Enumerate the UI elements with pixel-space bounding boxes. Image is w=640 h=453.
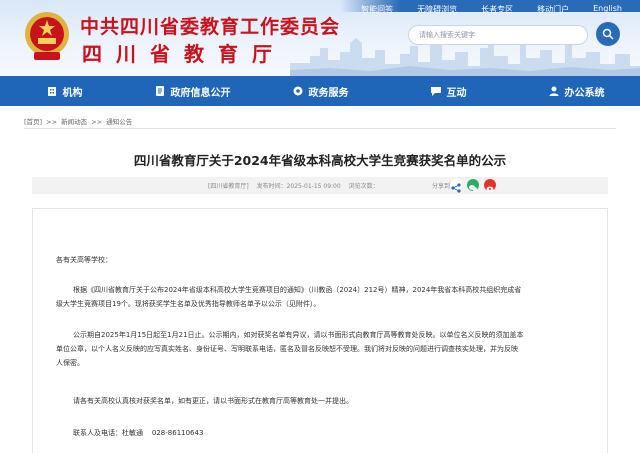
- top-link-accessibility[interactable]: 无障碍浏览: [405, 2, 469, 17]
- paragraph-3: 请各有关高校认真核对获奖名单，如有更正，请以书面形式在教育厅高等教育处一并提出。: [73, 397, 353, 405]
- chat-icon: [430, 87, 441, 96]
- user-icon: [549, 86, 558, 96]
- article-views: 浏览次数：: [348, 183, 379, 190]
- top-links: 智能问答 无障碍浏览 长者专区 移动门户 English: [349, 2, 634, 17]
- nav-item-office[interactable]: 办公系统: [512, 76, 640, 106]
- share-icon[interactable]: [450, 179, 462, 193]
- top-link-mobile[interactable]: 移动门户: [525, 2, 581, 17]
- org-title: 中共四川省委教育工作委员会: [80, 16, 341, 38]
- nav-item-institution[interactable]: 机构: [0, 76, 128, 106]
- breadcrumb-news[interactable]: 新闻动态: [61, 118, 87, 126]
- search-button[interactable]: [596, 22, 620, 46]
- paragraph-2-line-2: 单位公章，以个人名义反映的应写真实姓名、身份证号、写明联系电话，匿名及冒名反映恕…: [56, 345, 518, 353]
- national-emblem-icon: [25, 12, 69, 60]
- breadcrumb-separator: >>: [91, 118, 103, 126]
- nav-item-gov-info[interactable]: 政府信息公开: [128, 76, 256, 106]
- search-input[interactable]: 请输入搜索关键字: [408, 25, 588, 45]
- greeting: 各有关高等学校：: [56, 256, 112, 264]
- document-icon: [155, 86, 164, 96]
- org-subtitle: 四川省教育厅: [82, 42, 286, 66]
- paragraph-2-line-1: 公示期自2025年1月15日起至1月21日止。公示期内，如对获奖名单有异议，请以…: [73, 331, 524, 339]
- building-icon: [47, 87, 56, 96]
- article-published: 发布时间：2025-01-15 09:00: [256, 183, 341, 190]
- article-meta-bar: [四川省教育厅] 发布时间：2025-01-15 09:00 浏览次数： 分享到…: [32, 177, 608, 194]
- nav-item-services[interactable]: 政务服务: [256, 76, 384, 106]
- article-body: 各有关高等学校： 根据《四川省教育厅关于公布2024年省级本科高校大学生竞赛项目…: [32, 208, 608, 453]
- paragraph-2-line-3: 人保密。: [56, 359, 84, 367]
- weibo-icon[interactable]: [484, 179, 496, 192]
- search-icon: [602, 28, 614, 40]
- nav-item-interaction[interactable]: 互动: [384, 76, 512, 106]
- divider: [24, 128, 616, 129]
- top-link-elder[interactable]: 长者专区: [469, 2, 525, 17]
- top-link-qa[interactable]: 智能问答: [349, 2, 405, 17]
- article-title: 四川省教育厅关于2024年省级本科高校大学生竞赛获奖名单的公示: [133, 153, 507, 168]
- breadcrumb-notices[interactable]: 通知公告: [106, 118, 132, 126]
- breadcrumb-home[interactable]: [首页]: [24, 118, 42, 126]
- article-source: [四川省教育厅]: [208, 183, 249, 190]
- site-header: 智能问答 无障碍浏览 长者专区 移动门户 English 中共四川省委教育工作委…: [0, 0, 640, 76]
- main-nav: 机构 政府信息公开 政务服务 互动 办公系统: [0, 76, 640, 106]
- article-meta: [四川省教育厅] 发布时间：2025-01-15 09:00 浏览次数：: [208, 181, 385, 190]
- wechat-icon[interactable]: [467, 179, 479, 191]
- contact-info: 联系人及电话：杜敏通 028-86110643: [73, 429, 204, 437]
- breadcrumb-separator: >>: [46, 118, 58, 126]
- paragraph-1-line-1: 根据《四川省教育厅关于公布2024年省级本科高校大学生竞赛项目的通知》（川教函〔…: [73, 286, 522, 294]
- top-link-english[interactable]: English: [581, 2, 634, 17]
- paragraph-1-line-2: 级大学生竞赛项目19个。现将获奖学生名单及优秀指导教师名单予以公示（见附件）。: [56, 300, 321, 308]
- gear-icon: [293, 86, 302, 96]
- breadcrumb: [首页] >> 新闻动态 >> 通知公告: [24, 116, 134, 126]
